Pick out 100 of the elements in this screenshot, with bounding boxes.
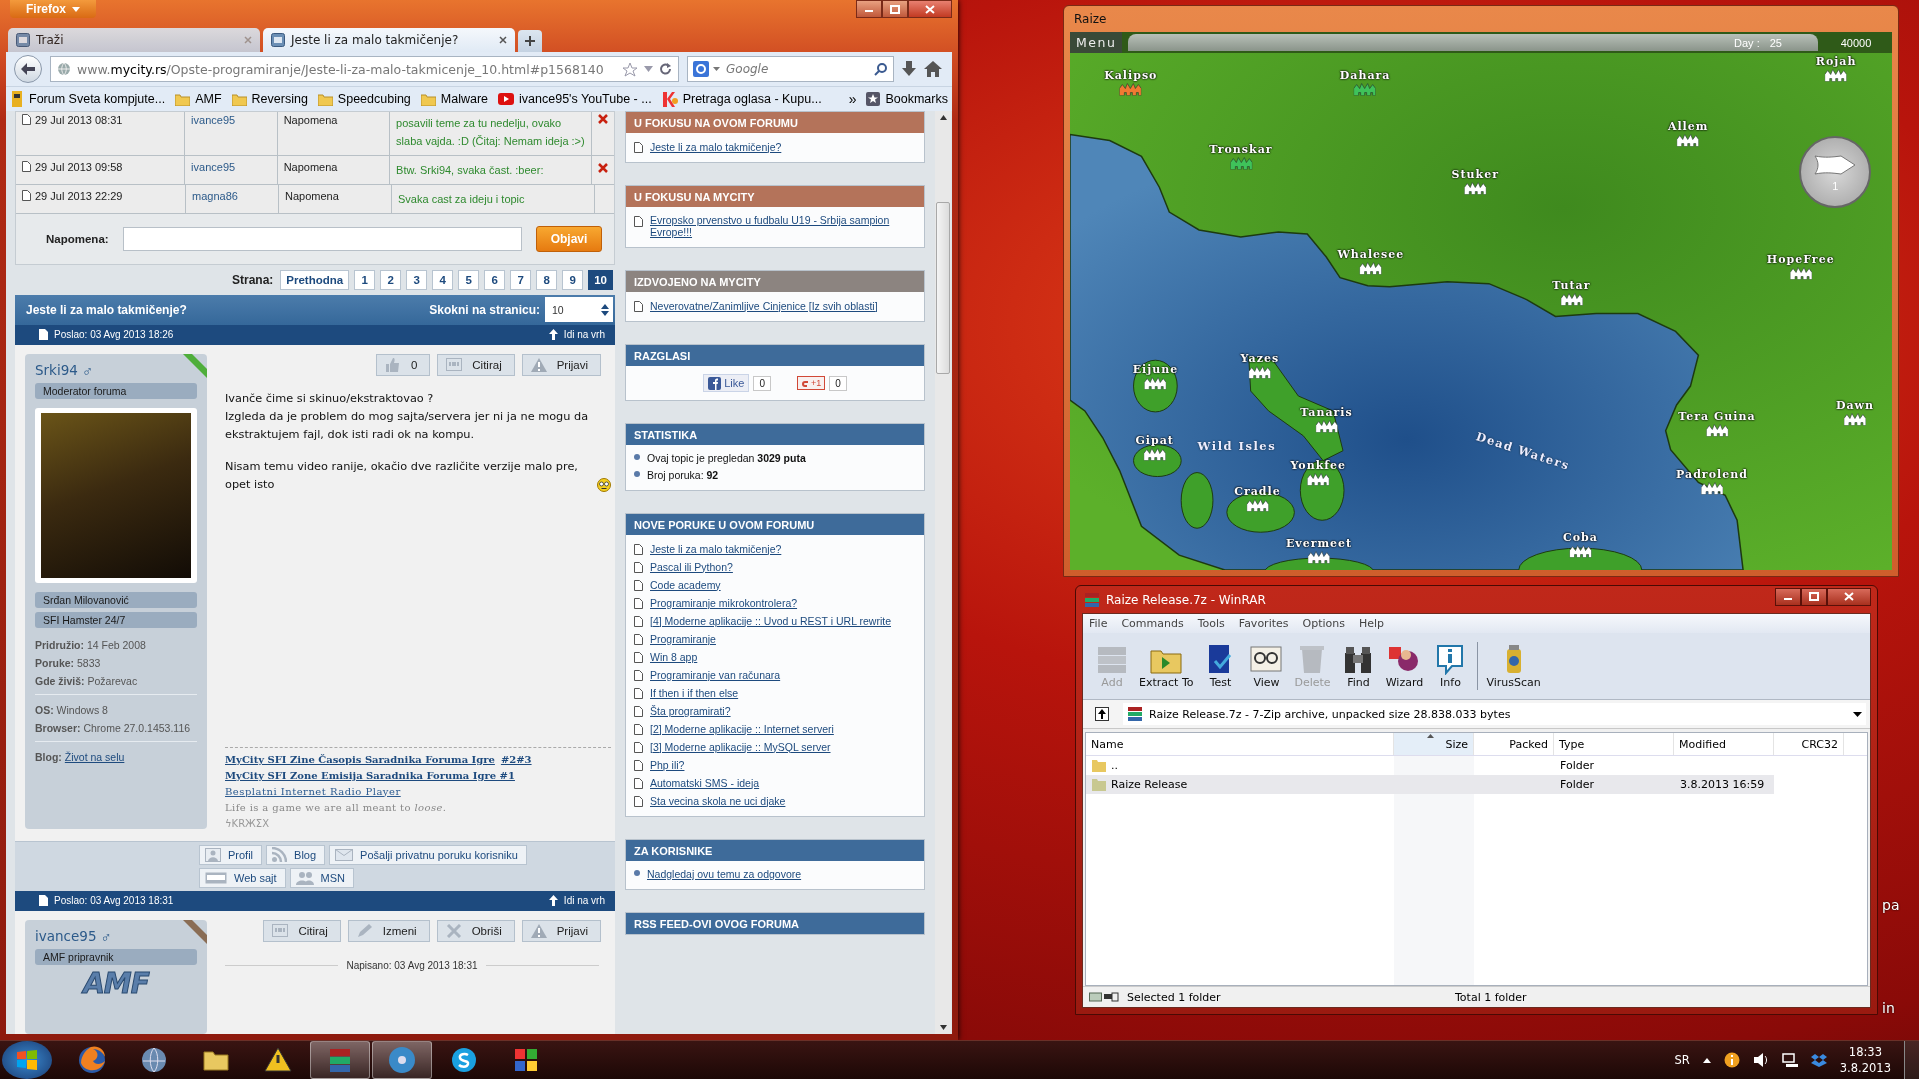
reload-icon[interactable] (659, 62, 672, 76)
settlement-icon[interactable] (1700, 481, 1723, 495)
username-link[interactable]: ivance95 (35, 928, 97, 945)
bookmark[interactable]: Forum Sveta kompjute... (10, 91, 166, 107)
menu-item[interactable]: Favorites (1238, 617, 1289, 630)
signature-link[interactable]: MyCity SFI Zine Časopis Saradnika Foruma Igre (225, 753, 495, 765)
topic-link[interactable]: Php ili? (650, 758, 685, 771)
message-button[interactable]: Pošalji privatnu poruku korisniku (329, 844, 527, 865)
bookmarks-menu[interactable]: Bookmarks (866, 92, 948, 106)
menu-item[interactable]: Commands (1121, 617, 1184, 630)
up-arrow-icon[interactable] (548, 329, 558, 341)
topic-link[interactable]: Programiranje mikrokontrolera? (650, 596, 798, 609)
topic-link[interactable]: [2] Moderne aplikacije :: Internet serveri (650, 722, 834, 735)
delete-icon[interactable] (598, 163, 608, 173)
menu-item[interactable]: Tools (1197, 617, 1225, 630)
back-to-top-link[interactable]: Idi na vrh (563, 329, 605, 341)
scrollbar[interactable] (935, 111, 951, 1034)
settlement-icon[interactable] (1307, 473, 1330, 487)
toolbar-button[interactable]: Test (1201, 643, 1240, 689)
taskbar-button[interactable] (372, 1041, 432, 1079)
minimize-button[interactable] (1775, 587, 1801, 606)
bookmark[interactable]: Speedcubing (317, 92, 411, 106)
toolbar-button[interactable]: Wizard (1385, 643, 1424, 689)
settlement-icon[interactable] (1844, 412, 1866, 426)
info-icon[interactable] (1723, 1052, 1740, 1068)
desktop-icon-label[interactable]: pa (1882, 897, 1900, 913)
topic-link[interactable]: Jeste li za malo takmičenje? (650, 140, 782, 153)
settlement-icon[interactable] (1464, 181, 1487, 195)
user-link[interactable]: ivance95 (191, 114, 236, 126)
page-link[interactable]: 6 (484, 270, 506, 290)
like-button[interactable]: 0 (375, 353, 431, 376)
topic-link[interactable]: Pascal ili Python? (650, 560, 733, 573)
page-link[interactable]: 7 (510, 270, 532, 290)
topic-link[interactable]: Programiranje van računara (650, 668, 781, 681)
speaker-icon[interactable] (1752, 1052, 1769, 1068)
blog-button[interactable]: Blog (266, 844, 326, 865)
topic-link[interactable]: [4] Moderne aplikacije :: Uvod u REST i URL rewrite (650, 614, 891, 627)
column-header[interactable]: Modified (1674, 733, 1774, 755)
url-field[interactable]: www.mycity.rs/Opste-programiranje/Jeste-li-za-malo-takmicenje_10.html#p1568140 (50, 56, 679, 82)
caret-icon[interactable] (1702, 1057, 1711, 1063)
toolbar-button[interactable]: VirusScan (1486, 643, 1541, 689)
file-row[interactable]: .. Folder (1086, 756, 1774, 775)
topic-link[interactable]: Šta programirati? (650, 704, 731, 717)
signature-link[interactable]: MyCity SFI Zone Emisija Saradnika Foruma Igre #1 (225, 769, 515, 781)
browser-tab[interactable]: Traži (8, 28, 260, 52)
settlement-icon[interactable] (1143, 447, 1166, 461)
column-header[interactable]: Size (1394, 733, 1474, 755)
desktop-icon-label[interactable]: in (1882, 1000, 1895, 1016)
plus-one-button[interactable]: +1 (796, 376, 826, 390)
settlement-icon[interactable] (1308, 550, 1331, 564)
show-desktop-button[interactable] (1904, 1041, 1919, 1079)
star-icon[interactable] (622, 61, 638, 77)
topic-link[interactable]: Jeste li za malo takmičenje? (650, 542, 782, 555)
page-link[interactable]: 10 (588, 270, 613, 290)
bookmark[interactable]: Pretraga oglasa - Kupu... (661, 91, 822, 107)
column-header[interactable]: Packed (1474, 733, 1554, 755)
page-select[interactable]: 10 (545, 297, 613, 323)
settlement-icon[interactable] (1246, 498, 1269, 512)
settlement-icon[interactable] (1677, 133, 1700, 147)
path-field[interactable]: Raize Release.7z - 7-Zip archive, unpacked size 28.838.033 bytes (1123, 703, 1866, 725)
quote-button[interactable]: Citiraj (437, 353, 515, 376)
bookmark[interactable]: AMF (175, 92, 222, 106)
scroll-down-icon[interactable] (939, 1025, 947, 1030)
page-link[interactable]: 9 (562, 270, 584, 290)
settlement-icon[interactable] (1825, 68, 1848, 82)
file-row[interactable]: Raize Release Folder 3.8.2013 16:59 (1086, 775, 1774, 794)
watch-topic-link[interactable]: Nadgledaj ovu temu za odgovore (647, 868, 802, 880)
up-arrow-icon[interactable] (548, 895, 558, 907)
settlement-icon[interactable] (1789, 266, 1812, 280)
page-link[interactable]: 1 (354, 270, 376, 290)
settlement-icon[interactable] (1569, 544, 1592, 558)
column-header[interactable]: CRC32 (1774, 733, 1844, 755)
toolbar-button[interactable]: Info (1431, 643, 1470, 689)
page-link[interactable]: 5 (458, 270, 480, 290)
start-button[interactable] (2, 1041, 52, 1079)
signature-link[interactable]: Besplatni Internet Radio Player (225, 785, 401, 797)
overflow-chevron[interactable]: » (848, 91, 857, 107)
search-box[interactable]: Google (687, 56, 894, 82)
topic-link[interactable]: If then i if then else (650, 686, 739, 699)
maximize-button[interactable] (882, 0, 908, 18)
blog-link[interactable]: Život na selu (64, 749, 125, 764)
menu-item[interactable]: Options (1302, 617, 1345, 630)
maximize-button[interactable] (1801, 587, 1827, 606)
topic-link[interactable]: [3] Moderne aplikacije :: MySQL server (650, 740, 831, 753)
back-to-top-link[interactable]: Idi na vrh (563, 895, 605, 907)
page-link[interactable]: 8 (536, 270, 558, 290)
toolbar-button[interactable]: Find (1339, 643, 1378, 689)
settlement-icon[interactable] (1359, 261, 1382, 275)
search-icon[interactable] (874, 62, 888, 76)
profile-button[interactable]: Profil (199, 844, 263, 865)
minimize-button[interactable] (856, 0, 882, 18)
username-link[interactable]: Srki94 (35, 362, 78, 379)
topic-link[interactable]: Programiranje (650, 632, 716, 645)
website-button[interactable]: Web sajt (199, 867, 286, 888)
topic-link[interactable]: Automatski SMS - ideja (650, 776, 760, 789)
back-button[interactable] (14, 55, 42, 83)
column-header[interactable]: Type (1554, 733, 1674, 755)
page-link[interactable]: 2 (380, 270, 402, 290)
note-input[interactable] (122, 227, 522, 251)
delete-icon[interactable] (598, 114, 608, 124)
